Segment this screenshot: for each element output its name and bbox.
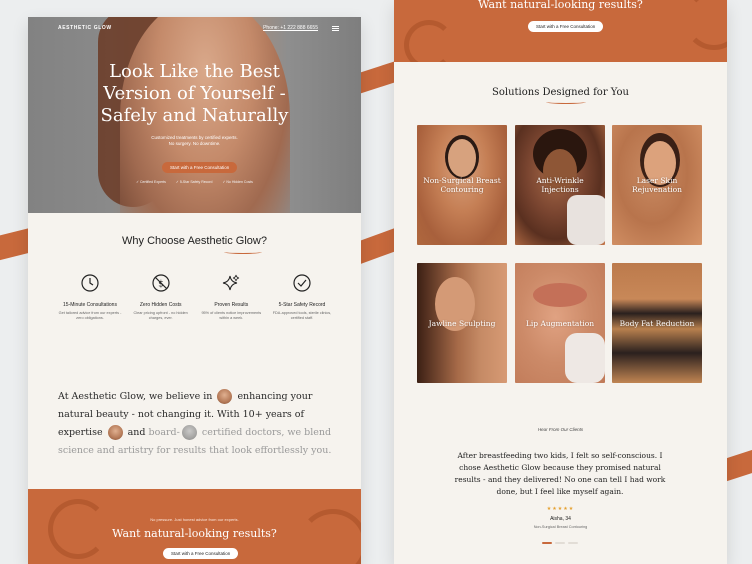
testimonial-label: Hear From Our Clients <box>537 427 584 432</box>
sparkle-icon <box>221 273 241 293</box>
avatar <box>107 425 123 440</box>
check-item: No Hidden Costs <box>223 180 252 184</box>
solution-card[interactable]: Jawline Sculpting <box>417 263 507 383</box>
hero-checklist: Certified Experts 5-Star Safety Record N… <box>28 180 361 184</box>
logo[interactable]: AESTHETIC GLOW <box>58 25 112 31</box>
hero-title-line: Safely and Naturally <box>100 105 289 126</box>
feature-desc: Clear pricing upfront - no hidden charge… <box>133 311 188 320</box>
star-rating: ★★★★★ <box>546 506 575 512</box>
decorative-swirl <box>404 20 454 62</box>
solution-card[interactable]: Non-Surgical Breast Contouring <box>417 125 507 245</box>
solution-card[interactable]: Anti-Wrinkle Injections <box>515 125 605 245</box>
cta-band: No pressure. Just honest advice from our… <box>28 489 361 564</box>
solution-label: Non-Surgical Breast Contouring <box>423 176 501 194</box>
avatar <box>181 425 197 440</box>
solution-label: Anti-Wrinkle Injections <box>536 176 584 194</box>
cta-band: Want natural-looking results? Start with… <box>394 0 727 62</box>
hero-section: AESTHETIC GLOW Phone: +1 222 888 6655 Lo… <box>28 17 361 213</box>
solution-label: Lip Augmentation <box>525 318 595 328</box>
hero-subtitle-line: No surgery. No downtime. <box>168 141 221 146</box>
solution-label: Body Fat Reduction <box>619 318 695 328</box>
hero-title: Look Like the Best Version of Yourself -… <box>28 61 361 127</box>
clock-icon <box>80 273 100 293</box>
no-dollar-icon: $ <box>151 273 171 293</box>
testimonial-quote: After breastfeeding two kids, I felt so … <box>454 451 666 496</box>
hero-title-line: Look Like the Best <box>109 61 280 82</box>
hero-cta-button[interactable]: Start with a Free Consultation <box>162 162 238 173</box>
feature-item: 5-Star Safety Record FDA-approved tools,… <box>268 273 336 321</box>
hero-title-line: Version of Yourself - <box>103 83 286 104</box>
feature-title: Proven Results <box>214 302 249 308</box>
about-text-muted: board- <box>148 427 180 438</box>
about-paragraph: At Aesthetic Glow, we believe in enhanci… <box>58 388 338 460</box>
feature-title: 5-Star Safety Record <box>278 302 326 308</box>
cta-button[interactable]: Start with a Free Consultation <box>163 548 239 559</box>
solutions-title: Solutions Designed for You <box>492 87 629 98</box>
check-circle-icon <box>292 273 312 293</box>
feature-item: 15-Minute Consultations Get tailored adv… <box>56 273 124 321</box>
carousel-dot-active[interactable] <box>542 542 552 544</box>
solution-card[interactable]: Body Fat Reduction <box>612 263 702 383</box>
carousel-dots <box>542 542 578 544</box>
testimonial-procedure: Non-Surgical Breast Contouring <box>533 525 588 529</box>
solution-card[interactable]: Laser Skin Rejuvenation <box>612 125 702 245</box>
why-title: Why Choose Aesthetic Glow? <box>122 235 267 247</box>
feature-title: 15-Minute Consultations <box>63 302 117 308</box>
carousel-dot[interactable] <box>555 542 565 544</box>
phone-link[interactable]: Phone: +1 222 888 6655 <box>263 25 318 31</box>
cta-subtext: No pressure. Just honest advice from our… <box>150 517 239 522</box>
title-underline <box>546 100 586 104</box>
features-list: 15-Minute Consultations Get tailored adv… <box>56 273 336 321</box>
cta-title: Want natural-looking results? <box>112 527 277 540</box>
avatar <box>217 389 233 404</box>
cta-button[interactable]: Start with a Free Consultation <box>528 21 604 32</box>
about-text: and <box>127 427 146 438</box>
check-item: Certified Experts <box>136 180 166 184</box>
feature-item: Proven Results 95% of clients notice imp… <box>197 273 265 321</box>
testimonial-author: Aisha, 34 <box>550 516 571 522</box>
solution-label: Laser Skin Rejuvenation <box>632 176 682 194</box>
cta-title: Want natural-looking results? <box>478 0 643 11</box>
feature-desc: 95% of clients notice improvements withi… <box>201 311 262 320</box>
nav-right: Phone: +1 222 888 6655 <box>263 25 339 31</box>
solution-card[interactable]: Lip Augmentation <box>515 263 605 383</box>
hamburger-menu-icon[interactable] <box>332 25 339 31</box>
title-underline <box>224 250 262 254</box>
landing-page-right: Want natural-looking results? Start with… <box>394 0 727 564</box>
feature-desc: Get tailored advice from our experts - z… <box>58 311 122 320</box>
top-nav: AESTHETIC GLOW Phone: +1 222 888 6655 <box>28 17 361 39</box>
feature-desc: FDA-approved tools, sterile clinics, cer… <box>272 311 332 320</box>
landing-page-left: AESTHETIC GLOW Phone: +1 222 888 6655 Lo… <box>28 17 361 564</box>
carousel-dot[interactable] <box>568 542 578 544</box>
hero-subtitle: Customized treatments by certified exper… <box>28 135 361 147</box>
about-text: At Aesthetic Glow, we believe in <box>58 391 213 402</box>
feature-title: Zero Hidden Costs <box>139 302 182 308</box>
feature-item: $ Zero Hidden Costs Clear pricing upfron… <box>127 273 195 321</box>
check-item: 5-Star Safety Record <box>176 180 213 184</box>
solution-label: Jawline Sculpting <box>428 318 496 328</box>
